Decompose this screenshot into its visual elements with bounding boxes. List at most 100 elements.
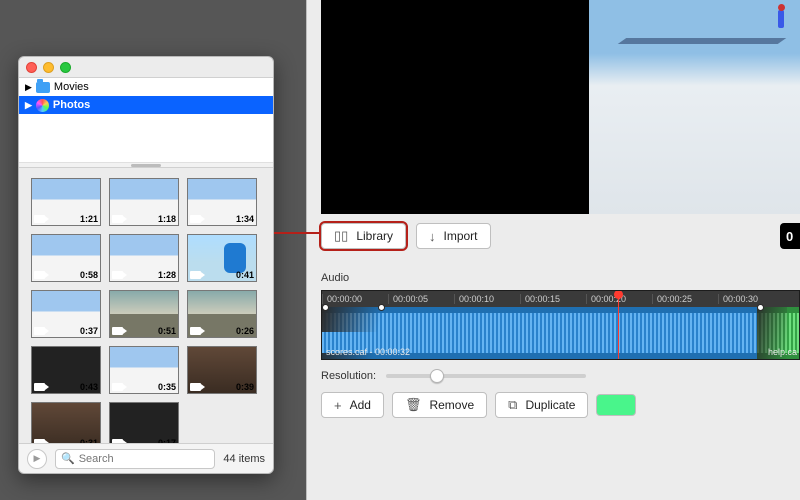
editor-toolbar: ▯▯ Library ↓ Import 0 [321,220,800,252]
slider-knob[interactable] [430,369,444,383]
tree-item-photos[interactable]: ▶ Photos [19,96,273,114]
clip-duration: 0:35 [158,382,176,392]
trash-icon: 🗑 [405,397,422,413]
keyframe-handle[interactable] [322,304,329,311]
library-panel: ▶ Movies ▶ Photos 1:21 1:18 1:34 0:58 1:28 0:… [18,56,274,474]
tree-horizontal-scrollbar[interactable] [19,162,273,167]
item-count-label: 44 items [223,453,265,465]
clip-duration: 1:28 [158,270,176,280]
video-icon [190,271,201,279]
clip-duration: 0:58 [80,270,98,280]
disclosure-triangle-icon[interactable]: ▶ [25,100,32,111]
tree-item-movies[interactable]: ▶ Movies [19,78,273,96]
folder-icon [36,82,50,93]
track-1-label: scores.caf - 00:00:32 [326,347,410,357]
tree-spacer [19,114,273,162]
time-marker: 00:00:15 [520,294,586,304]
clip-thumbnail[interactable]: 0:58 [31,234,101,282]
clip-thumbnail[interactable]: 1:21 [31,178,101,226]
play-button[interactable]: ▶ [27,449,47,469]
audio-section-label: Audio [321,272,800,284]
video-icon [34,327,45,335]
download-arrow-icon: ↓ [429,229,436,244]
clip-thumbnail[interactable]: 0:26 [187,290,257,338]
clip-thumbnail[interactable]: 0:31 [31,402,101,443]
button-label: Duplicate [525,398,575,412]
clip-duration: 0:31 [80,438,98,443]
window-close-icon[interactable] [26,62,37,73]
duplicate-button[interactable]: ⧉ Duplicate [495,392,588,418]
resolution-slider[interactable] [386,374,586,378]
time-marker: 00:00:05 [388,294,454,304]
clip-thumbnail[interactable]: 0:43 [31,346,101,394]
search-icon: 🔍 [61,452,75,465]
track-2-label: help.ca [768,347,797,357]
video-icon [34,215,45,223]
search-field[interactable]: 🔍 [55,449,215,469]
clip-thumbnail[interactable]: 1:28 [109,234,179,282]
editor-window: ▯▯ Library ↓ Import 0 Audio 00:00:0000:0… [306,0,800,500]
preview-video-frame [589,0,800,214]
video-icon [190,383,201,391]
clip-thumbnail[interactable]: 0:35 [109,346,179,394]
library-button[interactable]: ▯▯ Library [321,223,406,249]
plus-icon: + [334,398,342,413]
time-marker: 00:00:10 [454,294,520,304]
window-minimize-icon[interactable] [43,62,54,73]
audio-action-row: + Add 🗑 Remove ⧉ Duplicate [321,392,800,418]
clip-thumbnail[interactable]: 0:51 [109,290,179,338]
video-icon [34,383,45,391]
clip-thumbnail[interactable]: 0:17 [109,402,179,443]
time-marker: 00:00:00 [322,294,388,304]
duplicate-icon: ⧉ [508,397,517,413]
keyframe-handle[interactable] [378,304,385,311]
photos-app-icon [36,99,49,112]
clip-thumbnail[interactable]: 0:41 [187,234,257,282]
preview-area [321,0,800,214]
callout-line [274,232,321,234]
library-footer: ▶ 🔍 44 items [19,443,273,473]
add-button[interactable]: + Add [321,392,384,418]
time-counter: 0 [780,223,800,249]
clip-thumbnail[interactable]: 0:37 [31,290,101,338]
window-zoom-icon[interactable] [60,62,71,73]
clip-duration: 0:17 [158,438,176,443]
clip-duration: 0:51 [158,326,176,336]
clip-duration: 1:21 [80,214,98,224]
audio-section: Audio 00:00:0000:00:0500:00:1000:00:1500… [321,272,800,418]
video-icon [34,271,45,279]
search-input[interactable] [79,453,210,465]
video-icon [112,271,123,279]
playhead[interactable] [618,291,619,359]
video-icon [112,383,123,391]
resolution-label: Resolution: [321,370,376,382]
remove-button[interactable]: 🗑 Remove [392,392,487,418]
clip-thumbnail-area: 1:21 1:18 1:34 0:58 1:28 0:41 0:37 0:51 0:26 0:43… [19,168,273,443]
library-titlebar[interactable] [19,57,273,77]
video-icon [112,327,123,335]
time-ruler[interactable]: 00:00:0000:00:0500:00:1000:00:1500:00:20… [322,291,799,307]
keyframe-handle[interactable] [757,304,764,311]
preview-subject [772,4,792,48]
time-marker: 00:00:30 [718,294,784,304]
clip-duration: 0:37 [80,326,98,336]
clip-thumbnail[interactable]: 0:39 [187,346,257,394]
button-label: Add [350,398,371,412]
audio-timeline[interactable]: 00:00:0000:00:0500:00:1000:00:1500:00:20… [321,290,800,360]
tree-item-label: Movies [54,81,89,93]
clip-thumbnail[interactable]: 1:34 [187,178,257,226]
book-icon: ▯▯ [334,228,348,244]
button-label: Library [356,229,393,243]
video-icon [112,215,123,223]
clip-duration: 1:18 [158,214,176,224]
preview-left-pane [321,0,589,214]
library-source-tree: ▶ Movies ▶ Photos [19,77,273,168]
video-icon [34,439,45,443]
color-swatch[interactable] [596,394,636,416]
tree-item-label: Photos [53,99,90,111]
import-button[interactable]: ↓ Import [416,223,491,249]
disclosure-triangle-icon[interactable]: ▶ [25,82,32,93]
clip-thumbnail[interactable]: 1:18 [109,178,179,226]
button-label: Import [444,229,478,243]
resolution-row: Resolution: [321,370,800,382]
